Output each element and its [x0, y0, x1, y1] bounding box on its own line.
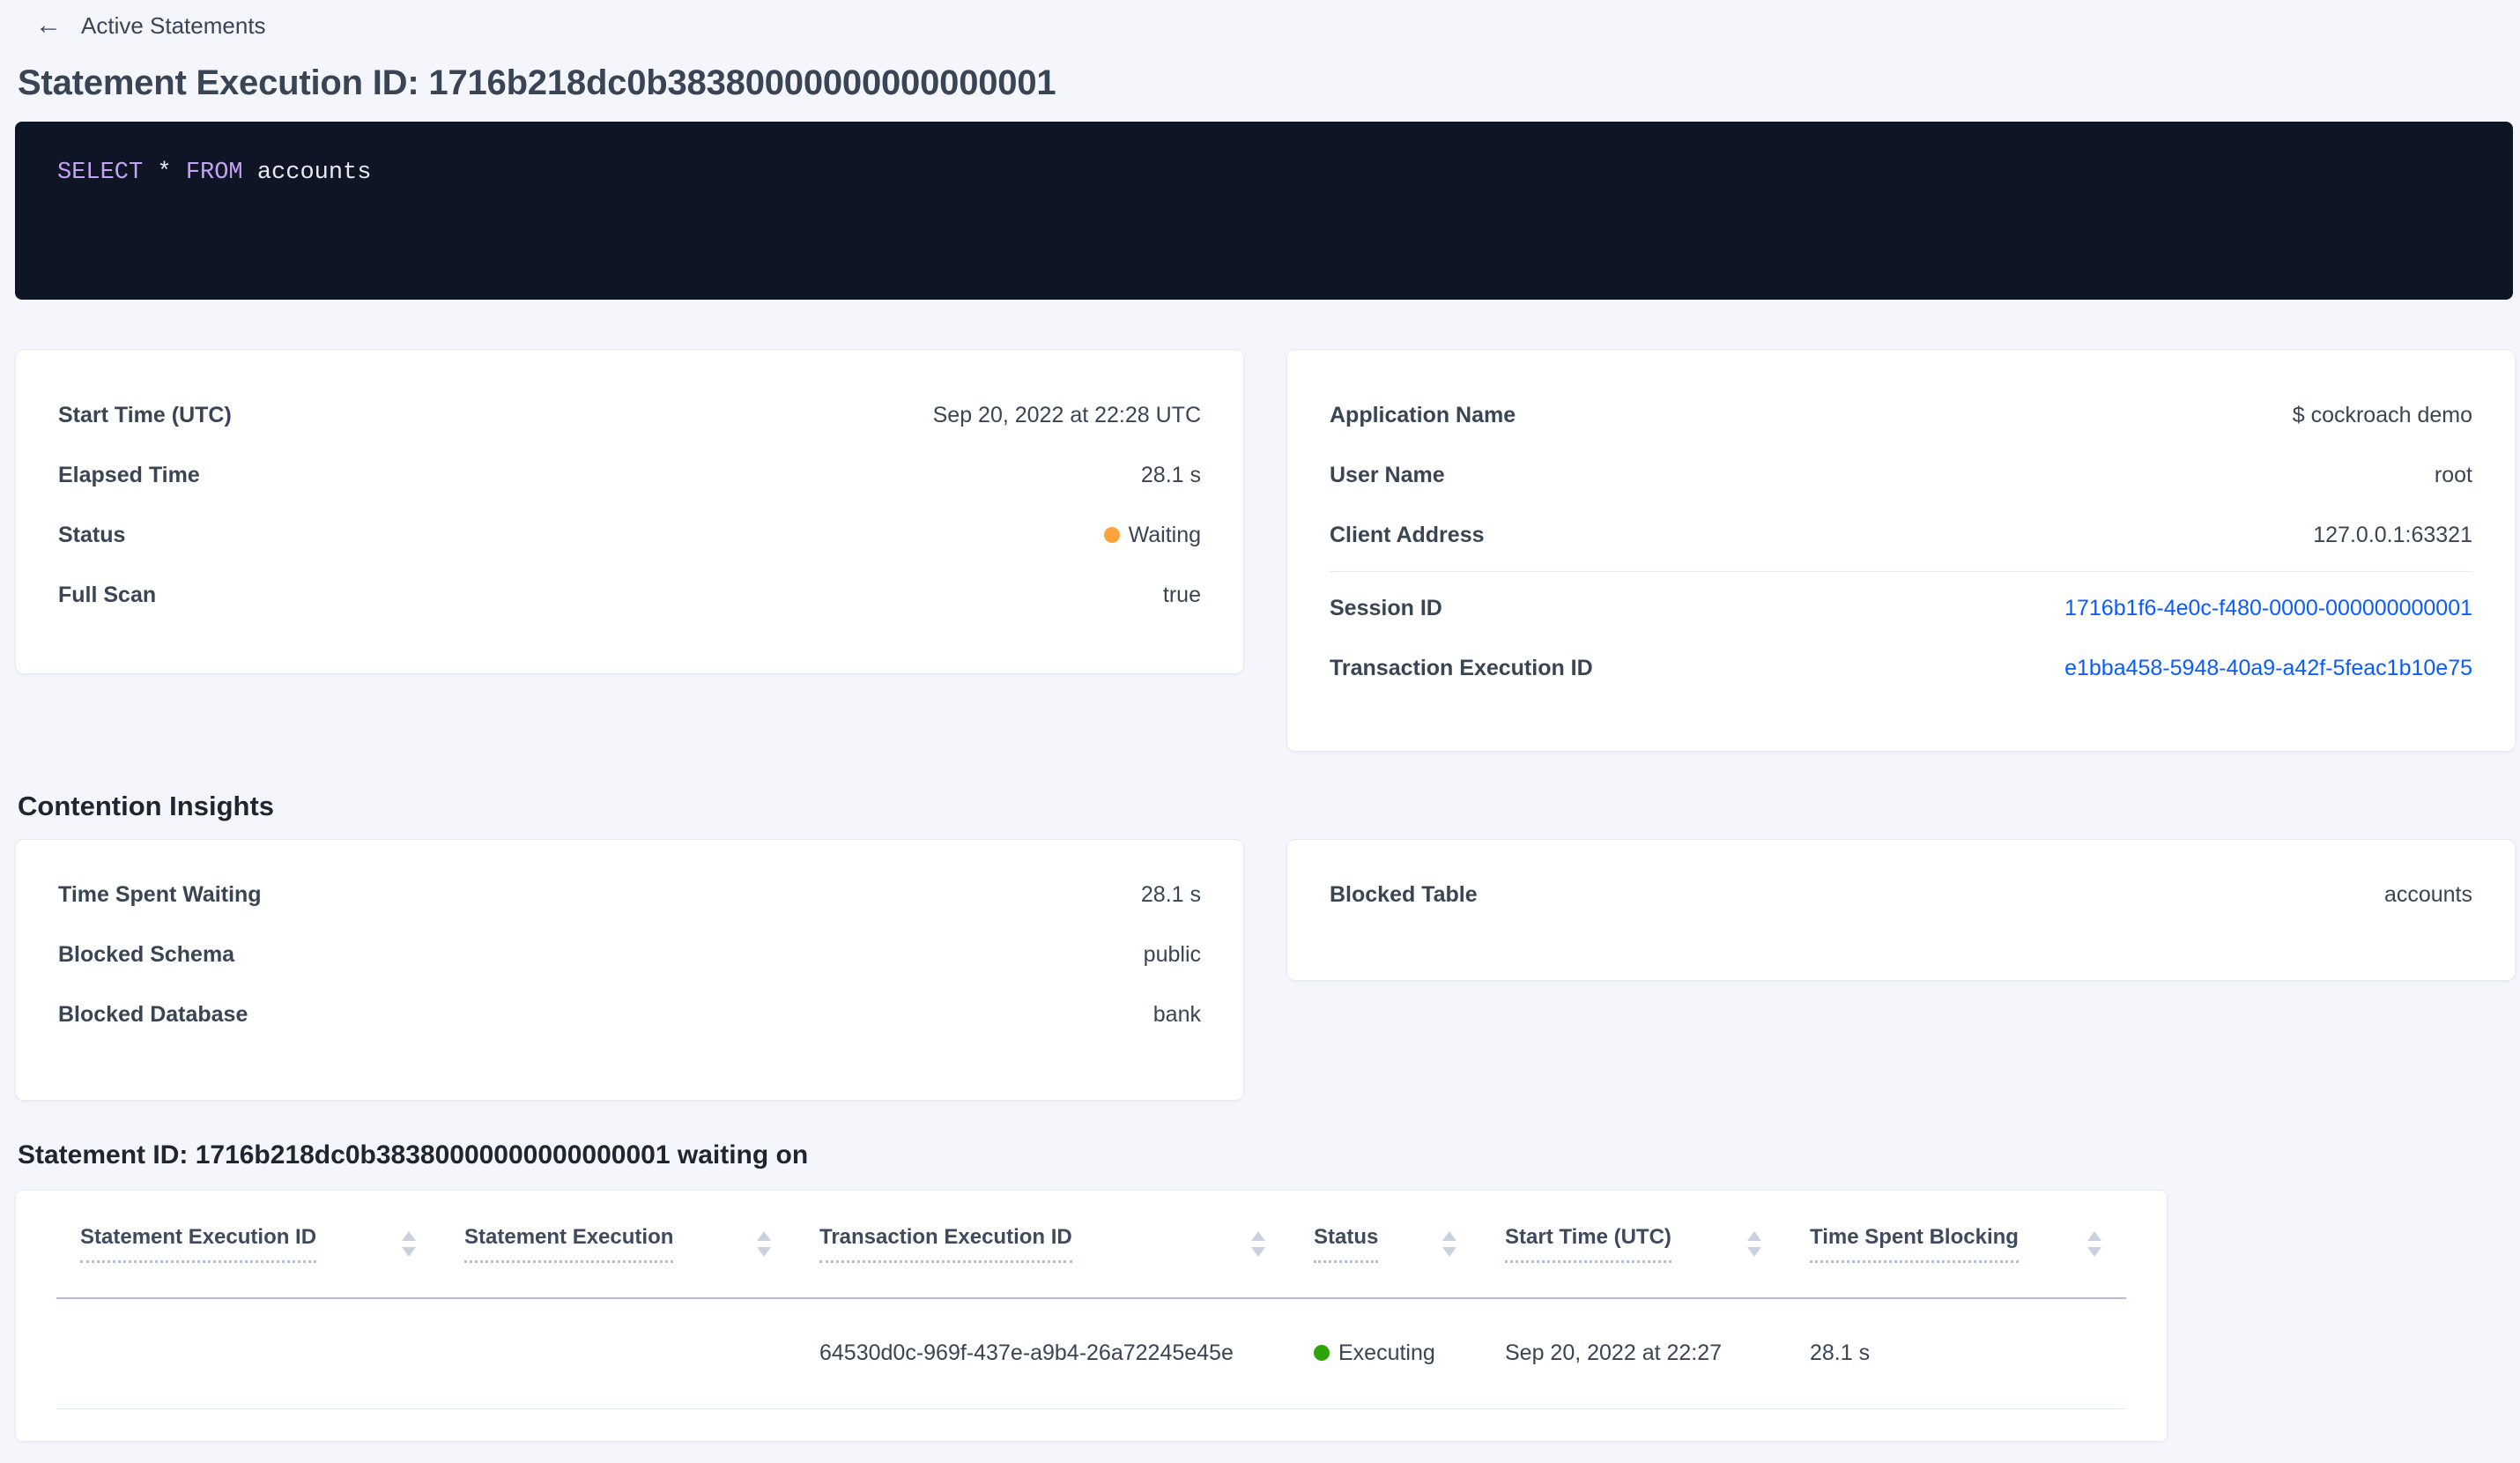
blocked-schema-label: Blocked Schema [58, 941, 235, 967]
time-spent-waiting-label: Time Spent Waiting [58, 881, 262, 907]
elapsed-time-label: Elapsed Time [58, 462, 200, 487]
blocked-table-value: accounts [2383, 881, 2472, 907]
sort-icon [402, 1231, 416, 1257]
overview-row: Full Scan true [58, 565, 1201, 625]
cell-status: Executing [1290, 1298, 1481, 1409]
application-name-value: $ cockroach demo [2292, 402, 2472, 427]
contention-row: Blocked Database bank [58, 984, 1201, 1044]
status-badge: Waiting [1103, 522, 1201, 548]
status-value: Waiting [1128, 522, 1201, 547]
elapsed-time-value: 28.1 s [1140, 462, 1201, 487]
cell-time-spent-blocking: 28.1 s [1786, 1298, 2126, 1409]
sql-text: accounts [242, 160, 372, 186]
column-label: Time Spent Blocking [1810, 1225, 2019, 1263]
column-header-status[interactable]: Status [1290, 1191, 1481, 1299]
sql-keyword: SELECT [57, 160, 144, 186]
sql-statement-text: SELECT * FROM accounts [57, 159, 2471, 187]
contention-insights-heading: Contention Insights [18, 791, 275, 821]
client-address-value: 127.0.0.1:63321 [2313, 522, 2472, 547]
contention-right-card: Blocked Table accounts [1286, 839, 2516, 981]
back-to-active-statements-link[interactable]: ← Active Statements [35, 9, 266, 42]
statement-overview-card: Start Time (UTC) Sep 20, 2022 at 22:28 U… [15, 349, 1244, 674]
waiting-on-table: Statement Execution ID Statement Executi… [56, 1191, 2126, 1409]
overview-row: Start Time (UTC) Sep 20, 2022 at 22:28 U… [58, 385, 1201, 445]
contention-row: Blocked Table accounts [1330, 865, 2472, 925]
sql-text: * [143, 160, 186, 186]
session-row: Client Address 127.0.0.1:63321 [1330, 505, 2472, 565]
sort-icon [2087, 1231, 2101, 1257]
sort-icon [1251, 1231, 1265, 1257]
session-id-link[interactable]: 1716b1f6-4e0c-f480-0000-000000000001 [2064, 596, 2472, 621]
contention-cards-row: Time Spent Waiting 28.1 s Blocked Schema… [15, 839, 2520, 1101]
cell-statement-execution [441, 1298, 796, 1409]
client-address-label: Client Address [1330, 522, 1485, 547]
card-divider [1330, 571, 2472, 572]
session-row: User Name root [1330, 445, 2472, 505]
user-name-value: root [2434, 462, 2472, 487]
full-scan-label: Full Scan [58, 582, 157, 607]
blocked-schema-value: public [1143, 941, 1201, 967]
session-row: Transaction Execution ID e1bba458-5948-4… [1330, 638, 2472, 698]
blocked-database-value: bank [1153, 1001, 1201, 1027]
column-label: Statement Execution ID [80, 1225, 317, 1263]
cell-statement-execution-id [56, 1298, 441, 1409]
overview-row: Status Waiting [58, 505, 1201, 565]
sql-statement-box: SELECT * FROM accounts [15, 122, 2513, 300]
executing-status-dot-icon [1314, 1345, 1330, 1361]
sort-icon [1442, 1231, 1456, 1257]
cell-start-time: Sep 20, 2022 at 22:27 [1481, 1298, 1786, 1409]
status-value: Executing [1338, 1340, 1435, 1365]
column-header-transaction-execution-id[interactable]: Transaction Execution ID [796, 1191, 1290, 1299]
contention-row: Blocked Schema public [58, 925, 1201, 984]
overview-cards-row: Start Time (UTC) Sep 20, 2022 at 22:28 U… [15, 349, 2520, 752]
session-row: Application Name $ cockroach demo [1330, 385, 2472, 445]
waiting-on-table-card: Statement Execution ID Statement Executi… [15, 1190, 2168, 1442]
sql-keyword: FROM [185, 160, 243, 186]
time-spent-waiting-value: 28.1 s [1140, 881, 1201, 907]
column-header-statement-execution[interactable]: Statement Execution [441, 1191, 796, 1299]
start-time-value: Sep 20, 2022 at 22:28 UTC [932, 402, 1201, 427]
column-label: Start Time (UTC) [1505, 1225, 1671, 1263]
waiting-on-heading: Statement ID: 1716b218dc0b38380000000000… [18, 1140, 809, 1170]
statement-execution-details-page: ← Active Statements Statement Execution … [0, 9, 2520, 1463]
start-time-label: Start Time (UTC) [58, 402, 232, 427]
arrow-left-icon: ← [35, 11, 62, 40]
application-name-label: Application Name [1330, 402, 1516, 427]
column-header-time-spent-blocking[interactable]: Time Spent Blocking [1786, 1191, 2126, 1299]
cell-transaction-execution-id: 64530d0c-969f-437e-a9b4-26a72245e45e [796, 1298, 1290, 1409]
blocked-database-label: Blocked Database [58, 1001, 248, 1027]
transaction-execution-id-label: Transaction Execution ID [1330, 655, 1593, 680]
table-row: 64530d0c-969f-437e-a9b4-26a72245e45e Exe… [56, 1298, 2126, 1409]
column-label: Transaction Execution ID [819, 1225, 1072, 1263]
column-header-statement-execution-id[interactable]: Statement Execution ID [56, 1191, 441, 1299]
session-row: Session ID 1716b1f6-4e0c-f480-0000-00000… [1330, 578, 2472, 638]
page-title: Statement Execution ID: 1716b218dc0b3838… [18, 63, 1056, 102]
blocked-table-label: Blocked Table [1330, 881, 1478, 907]
session-details-card: Application Name $ cockroach demo User N… [1286, 349, 2516, 752]
full-scan-value: true [1162, 582, 1201, 607]
status-badge: Executing [1314, 1340, 1435, 1366]
waiting-status-dot-icon [1103, 527, 1120, 543]
session-id-label: Session ID [1330, 595, 1442, 620]
sort-icon [1747, 1231, 1761, 1257]
table-header-row: Statement Execution ID Statement Executi… [56, 1191, 2126, 1299]
status-label: Status [58, 522, 126, 547]
contention-left-card: Time Spent Waiting 28.1 s Blocked Schema… [15, 839, 1244, 1101]
transaction-execution-id-link[interactable]: e1bba458-5948-40a9-a42f-5feac1b10e75 [2064, 656, 2472, 681]
user-name-label: User Name [1330, 462, 1445, 487]
column-label: Status [1314, 1225, 1379, 1263]
overview-row: Elapsed Time 28.1 s [58, 445, 1201, 505]
back-link-label: Active Statements [81, 11, 266, 39]
column-header-start-time[interactable]: Start Time (UTC) [1481, 1191, 1786, 1299]
contention-row: Time Spent Waiting 28.1 s [58, 865, 1201, 925]
column-label: Statement Execution [464, 1225, 674, 1263]
sort-icon [757, 1231, 771, 1257]
